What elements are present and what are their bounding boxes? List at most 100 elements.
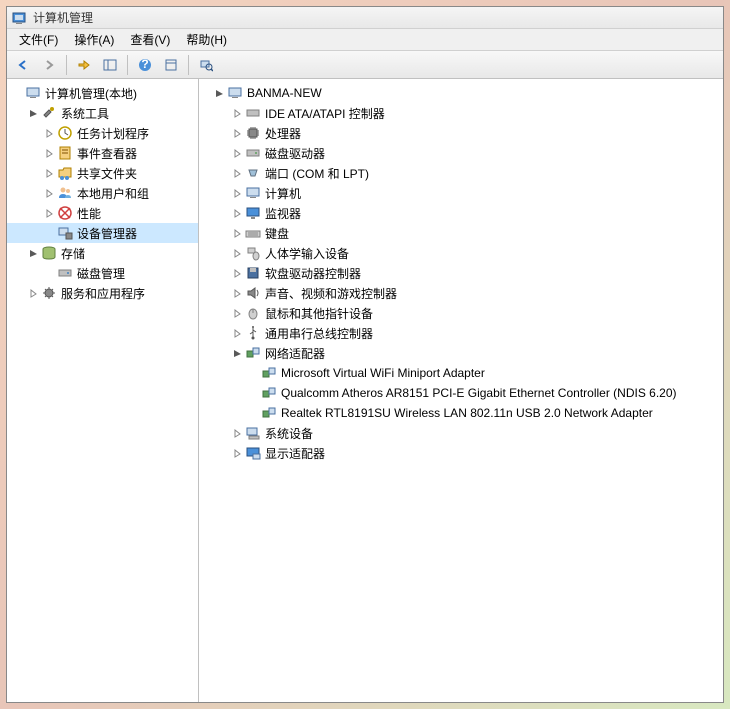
expand-icon[interactable] [231,107,243,119]
network-icon [245,345,261,361]
expand-icon[interactable] [231,147,243,159]
device-ide[interactable]: IDE ATA/ATAPI 控制器 [199,103,723,123]
forward-button[interactable] [37,54,61,76]
tree-shared-folders[interactable]: 共享文件夹 [7,163,198,183]
tree-storage[interactable]: 存储 [7,243,198,263]
device-label: 显示适配器 [265,445,325,462]
expand-icon[interactable] [43,147,55,159]
device-label: 鼠标和其他指针设备 [265,305,373,322]
device-label: 磁盘驱动器 [265,145,325,162]
collapse-icon[interactable] [213,87,225,99]
device-network-adapter-item[interactable]: Qualcomm Atheros AR8151 PCI-E Gigabit Et… [199,383,723,403]
disk-drive-icon [245,145,261,161]
expand-icon[interactable] [231,207,243,219]
device-system-devices[interactable]: 系统设备 [199,423,723,443]
device-network-adapters[interactable]: 网络适配器 [199,343,723,363]
monitor-icon [245,205,261,221]
tree-services-apps[interactable]: 服务和应用程序 [7,283,198,303]
tree-device-manager[interactable]: 设备管理器 [7,223,198,243]
port-icon [245,165,261,181]
expand-icon[interactable] [43,207,55,219]
scan-button[interactable] [194,54,218,76]
device-label: 键盘 [265,225,289,242]
help-button[interactable]: ? [133,54,157,76]
device-manager-icon [57,225,73,241]
device-network-adapter-item[interactable]: Microsoft Virtual WiFi Miniport Adapter [199,363,723,383]
device-label: Qualcomm Atheros AR8151 PCI-E Gigabit Et… [281,386,677,400]
device-network-adapter-item[interactable]: Realtek RTL8191SU Wireless LAN 802.11n U… [199,403,723,423]
mouse-icon [245,305,261,321]
tree-label: 本地用户和组 [77,185,149,202]
tree-local-users[interactable]: 本地用户和组 [7,183,198,203]
expand-icon[interactable] [231,267,243,279]
collapse-icon[interactable] [27,247,39,259]
tree-root-computer-mgmt[interactable]: 计算机管理(本地) [7,83,198,103]
device-monitors[interactable]: 监视器 [199,203,723,223]
users-icon [57,185,73,201]
menu-file[interactable]: 文件(F) [11,29,66,50]
device-sound[interactable]: 声音、视频和游戏控制器 [199,283,723,303]
back-button[interactable] [11,54,35,76]
expand-icon[interactable] [231,327,243,339]
collapse-icon[interactable] [231,347,243,359]
nic-icon [261,405,277,421]
tree-task-scheduler[interactable]: 任务计划程序 [7,123,198,143]
device-label: 处理器 [265,125,301,142]
tree-disk-management[interactable]: 磁盘管理 [7,263,198,283]
app-icon [11,10,27,26]
device-mice[interactable]: 鼠标和其他指针设备 [199,303,723,323]
up-button[interactable] [72,54,96,76]
ide-controller-icon [245,105,261,121]
collapse-icon[interactable] [27,107,39,119]
device-cpu[interactable]: 处理器 [199,123,723,143]
device-hid[interactable]: 人体学输入设备 [199,243,723,263]
clock-icon [57,125,73,141]
menu-help[interactable]: 帮助(H) [178,29,235,50]
floppy-icon [245,265,261,281]
expand-icon[interactable] [231,167,243,179]
expand-icon[interactable] [231,427,243,439]
tree-performance[interactable]: 性能 [7,203,198,223]
device-usb[interactable]: 通用串行总线控制器 [199,323,723,343]
device-disk-drives[interactable]: 磁盘驱动器 [199,143,723,163]
tree-event-viewer[interactable]: 事件查看器 [7,143,198,163]
storage-icon [41,245,57,261]
properties-button[interactable] [159,54,183,76]
device-keyboards[interactable]: 键盘 [199,223,723,243]
device-ports[interactable]: 端口 (COM 和 LPT) [199,163,723,183]
window-title: 计算机管理 [33,9,93,26]
keyboard-icon [245,225,261,241]
device-label: IDE ATA/ATAPI 控制器 [265,105,385,122]
sound-icon [245,285,261,301]
device-label: Microsoft Virtual WiFi Miniport Adapter [281,366,485,380]
computer-icon [227,85,243,101]
expand-icon[interactable] [231,247,243,259]
expand-icon[interactable] [231,307,243,319]
menu-action[interactable]: 操作(A) [66,29,122,50]
nic-icon [261,385,277,401]
expand-icon[interactable] [231,187,243,199]
left-tree-pane[interactable]: 计算机管理(本地) 系统工具 任务计划程序 事件查看器 [7,79,199,702]
device-label: 网络适配器 [265,345,325,362]
device-floppy[interactable]: 软盘驱动器控制器 [199,263,723,283]
performance-icon [57,205,73,221]
device-tree-pane[interactable]: BANMA-NEW IDE ATA/ATAPI 控制器 处理器 磁盘驱动器 端口… [199,79,723,702]
device-label: 软盘驱动器控制器 [265,265,361,282]
expand-icon[interactable] [43,127,55,139]
expand-icon[interactable] [231,227,243,239]
expand-icon[interactable] [43,187,55,199]
expand-icon[interactable] [27,287,39,299]
expand-icon[interactable] [231,447,243,459]
tree-system-tools[interactable]: 系统工具 [7,103,198,123]
show-hide-tree-button[interactable] [98,54,122,76]
device-computers[interactable]: 计算机 [199,183,723,203]
tree-label: 事件查看器 [77,145,137,162]
menu-view[interactable]: 查看(V) [122,29,178,50]
tree-label: 计算机管理(本地) [45,85,137,102]
expand-icon[interactable] [231,127,243,139]
device-display-adapters[interactable]: 显示适配器 [199,443,723,463]
expand-icon[interactable] [231,287,243,299]
computer-icon [245,185,261,201]
device-root[interactable]: BANMA-NEW [199,83,723,103]
expand-icon[interactable] [43,167,55,179]
